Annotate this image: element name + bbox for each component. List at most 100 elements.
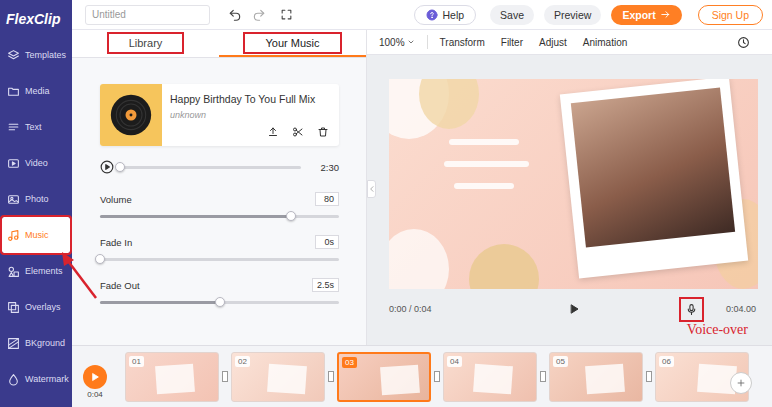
- video-icon: [7, 157, 20, 170]
- vinyl-icon: [109, 93, 153, 137]
- toolbar-item[interactable]: Animation: [583, 37, 627, 48]
- text-lines-icon: [7, 121, 20, 134]
- music-note-icon: [7, 229, 20, 242]
- player-controls: 0:00 / 0:040:04.00: [389, 296, 758, 322]
- timeline-clip[interactable]: 02: [231, 352, 325, 402]
- setting-slider[interactable]: [100, 258, 339, 261]
- panel-tab[interactable]: Your Music: [219, 30, 366, 57]
- setting-slider-thumb[interactable]: [95, 254, 105, 264]
- setting-row: Fade Out2.5s: [100, 277, 339, 320]
- sidebar-item[interactable]: Text: [0, 109, 72, 145]
- photo-icon: [7, 193, 20, 206]
- sidebar-item[interactable]: Photo: [0, 181, 72, 217]
- sidebar-item[interactable]: Templates: [0, 37, 72, 73]
- editor: 100% Transform Filter Adjust Animation 0:00 /…: [367, 30, 772, 345]
- music-card[interactable]: Happy Birthday To You Full Mix unknown: [100, 84, 339, 146]
- transition-icon[interactable]: [434, 371, 440, 382]
- preview-button[interactable]: Preview: [544, 5, 601, 25]
- voice-over-button[interactable]: [679, 297, 704, 322]
- overlay-icon: [7, 301, 20, 314]
- sidebar-item[interactable]: Music: [2, 217, 70, 253]
- play-circle-icon[interactable]: [100, 160, 114, 174]
- zoom-select[interactable]: 100%: [379, 37, 415, 48]
- shapes-icon: [7, 265, 20, 278]
- sidebar-item[interactable]: Elements: [0, 253, 72, 289]
- annotation-arrow: [0, 0, 772, 407]
- sign-up-button[interactable]: Sign Up: [698, 5, 763, 25]
- sidebar-item[interactable]: Watermark: [0, 361, 72, 397]
- setting-row: Volume80: [100, 191, 339, 234]
- track-artist: unknown: [170, 110, 329, 120]
- sidebar-item[interactable]: Media: [0, 73, 72, 109]
- sidebar-item[interactable]: Video: [0, 145, 72, 181]
- value-field[interactable]: 80: [315, 192, 339, 206]
- save-button[interactable]: Save: [490, 5, 534, 25]
- panel-body: Happy Birthday To You Full Mix unknown 2:3…: [72, 58, 366, 320]
- transition-icon[interactable]: [646, 371, 652, 382]
- microphone-icon: [685, 303, 698, 316]
- play-icon[interactable]: [568, 303, 580, 315]
- scissors-icon[interactable]: [292, 126, 304, 138]
- sidebar-item[interactable]: BKground: [0, 325, 72, 361]
- background-icon: [7, 337, 20, 350]
- question-icon: [426, 9, 438, 21]
- play-icon: [90, 372, 100, 382]
- toolbar-item[interactable]: Transform: [440, 37, 485, 48]
- folder-icon: [7, 85, 20, 98]
- chevron-left-icon: [368, 185, 376, 193]
- track-player: 2:30: [100, 159, 339, 175]
- main-area: Untitled Help Save Preview Export Sign Up Libr…: [72, 0, 772, 407]
- setting-slider-thumb[interactable]: [286, 211, 296, 221]
- timeline-clip[interactable]: 03: [337, 352, 431, 402]
- panel-tabs: LibraryYour Music: [72, 30, 366, 58]
- setting-slider-thumb[interactable]: [215, 297, 225, 307]
- transition-icon[interactable]: [222, 371, 228, 382]
- voice-over-label: Voice-over: [389, 322, 758, 338]
- fullscreen-icon[interactable]: [280, 8, 293, 21]
- sidebar-item[interactable]: Overlays: [0, 289, 72, 325]
- track-progress-thumb[interactable]: [115, 162, 125, 172]
- clip-strip: 010203040506: [125, 352, 749, 402]
- watermark-icon: [7, 373, 20, 386]
- video-preview: [389, 79, 758, 289]
- clock-icon[interactable]: [737, 36, 750, 49]
- value-field[interactable]: 0s: [315, 235, 339, 249]
- help-button[interactable]: Help: [414, 5, 476, 25]
- track-title: Happy Birthday To You Full Mix: [170, 93, 329, 105]
- layers-icon: [7, 49, 20, 62]
- setting-slider-fill: [100, 301, 220, 304]
- transition-icon[interactable]: [328, 371, 334, 382]
- canvas-area: 0:00 / 0:040:04.00Voice-over: [367, 55, 772, 345]
- top-bar: Untitled Help Save Preview Export Sign Up: [72, 0, 772, 30]
- trash-icon[interactable]: [317, 126, 329, 138]
- timeline-clip[interactable]: 04: [443, 352, 537, 402]
- setting-slider[interactable]: [100, 301, 339, 304]
- setting-slider[interactable]: [100, 215, 339, 218]
- redo-icon[interactable]: [252, 8, 266, 22]
- timeline-play-button[interactable]: [83, 365, 107, 389]
- value-field[interactable]: 2.5s: [312, 278, 339, 292]
- caret-down-icon: [407, 38, 415, 46]
- logo: FlexClip: [0, 0, 72, 37]
- workspace: LibraryYour MusicHappy Birthday To You F…: [72, 30, 772, 345]
- panel-tab[interactable]: Library: [72, 30, 219, 57]
- undo-icon[interactable]: [228, 8, 242, 22]
- collapse-handle[interactable]: [367, 180, 376, 198]
- setting-slider-fill: [100, 215, 291, 218]
- export-button[interactable]: Export: [611, 5, 681, 25]
- toolbar-item[interactable]: Filter: [501, 37, 523, 48]
- music-panel: LibraryYour MusicHappy Birthday To You F…: [72, 30, 367, 345]
- project-title-field[interactable]: Untitled: [85, 5, 210, 25]
- timeline: 0:04010203040506: [72, 345, 772, 407]
- editor-toolbar: 100% Transform Filter Adjust Animation: [367, 30, 772, 55]
- setting-row: Fade In0s: [100, 234, 339, 277]
- toolbar-item[interactable]: Adjust: [539, 37, 567, 48]
- timeline-clip[interactable]: 01: [125, 352, 219, 402]
- add-clip-button[interactable]: [730, 372, 752, 394]
- plus-icon: [736, 378, 746, 388]
- sidebar: FlexClipTemplatesMediaTextVideoPhotoMusi…: [0, 0, 72, 407]
- upload-icon[interactable]: [267, 126, 279, 138]
- transition-icon[interactable]: [540, 371, 546, 382]
- timeline-clip[interactable]: 05: [549, 352, 643, 402]
- track-progress[interactable]: [120, 166, 301, 169]
